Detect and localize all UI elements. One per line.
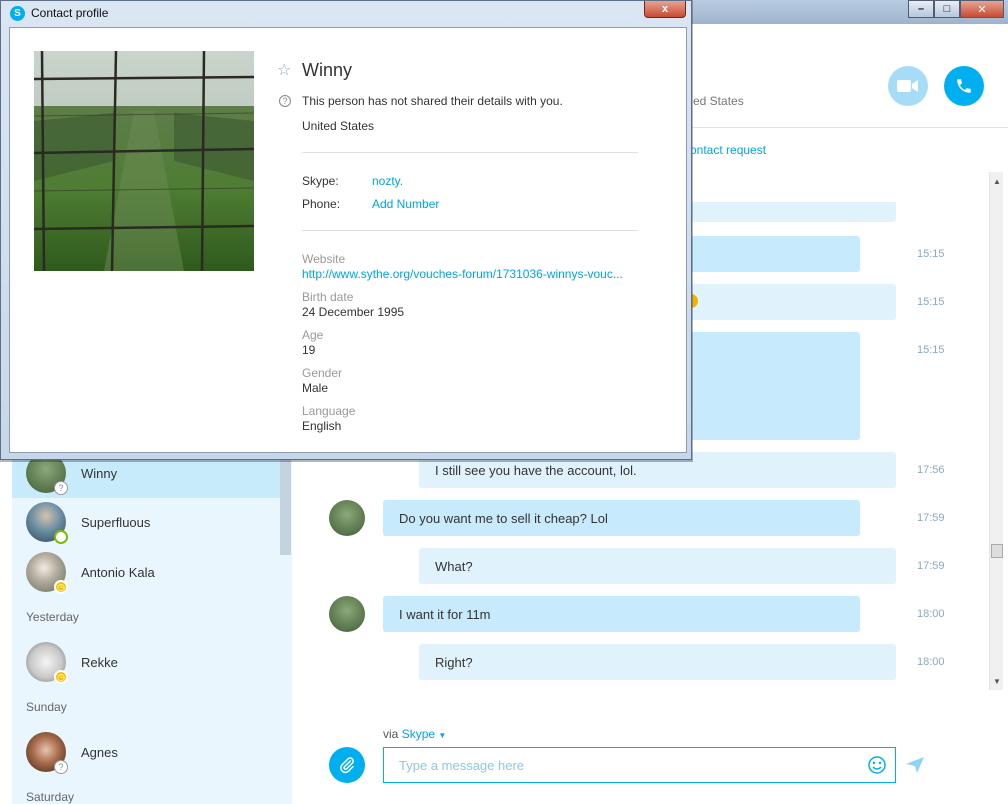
avatar: ◷ [26, 552, 68, 594]
message-bubble: Do you want me to sell it cheap? Lol [383, 500, 860, 536]
status-unknown-icon: ? [54, 760, 68, 774]
avatar: ? [26, 732, 68, 774]
status-unknown-icon: ? [54, 481, 68, 495]
via-label: via [383, 727, 399, 741]
profile-photo-image [34, 51, 254, 271]
contact-name: Antonio Kala [81, 564, 155, 580]
message-time: 15:15 [917, 296, 945, 308]
gender-label: Gender [302, 366, 343, 380]
message-time: 15:15 [917, 344, 945, 356]
profile-panel: ☆ Winny ? This person has not shared the… [9, 27, 687, 453]
status-away-icon: ◷ [54, 670, 68, 684]
audio-call-button[interactable] [944, 66, 984, 106]
emoticon-icon[interactable] [867, 755, 887, 775]
contact-item-superfluous[interactable]: Superfluous [12, 497, 280, 547]
sidebar-scrollbar[interactable] [280, 455, 291, 555]
message-bubble [690, 202, 896, 222]
send-icon[interactable] [905, 756, 925, 774]
contact-name: Rekke [81, 654, 118, 670]
video-call-button[interactable] [888, 66, 928, 106]
sender-avatar [329, 596, 365, 632]
window-controls: – □ ✕ [908, 0, 1004, 18]
skype-label: Skype: [302, 174, 339, 188]
message-bubble: Right? [419, 644, 896, 680]
skype-name-link[interactable]: nozty. [372, 174, 403, 188]
phone-label: Phone: [302, 197, 341, 211]
contact-name: Agnes [81, 744, 118, 760]
close-dialog-button[interactable]: x [644, 1, 686, 18]
avatar [26, 502, 68, 544]
age-value: 19 [302, 343, 316, 357]
divider [302, 230, 638, 231]
profile-country: United States [302, 119, 375, 133]
favorite-star-icon[interactable]: ☆ [277, 60, 291, 80]
divider [302, 152, 638, 153]
message-time: 17:59 [917, 512, 945, 524]
compose-via: via Skype ▼ [383, 727, 446, 741]
status-away-icon: ◷ [54, 580, 68, 594]
message-time: 18:00 [917, 608, 945, 620]
gender-value: Male [302, 381, 329, 395]
message-bubble: What? [419, 548, 896, 584]
contact-profile-dialog: S Contact profile x ☆ Winny ? This perso… [0, 0, 692, 460]
dialog-title: Contact profile [31, 6, 109, 20]
message-time: 15:15 [917, 248, 945, 260]
status-online-icon [54, 530, 68, 544]
section-label-saturday: Saturday [26, 790, 75, 804]
language-label: Language [302, 404, 356, 418]
close-window-button[interactable]: ✕ [960, 0, 1004, 18]
skype-logo-icon: S [10, 6, 25, 21]
contact-item-agnes[interactable]: ? Agnes [12, 727, 280, 777]
attach-button[interactable] [329, 747, 365, 783]
help-icon: ? [279, 95, 291, 107]
contact-request-link[interactable]: ontact request [690, 143, 766, 157]
website-label: Website [302, 252, 346, 266]
via-service-dropdown[interactable]: Skype ▼ [402, 727, 447, 741]
conversation-scrollbar[interactable]: ▲ ▼ [989, 172, 1003, 690]
message-input[interactable] [383, 747, 896, 783]
maximize-button[interactable]: □ [934, 0, 960, 18]
scroll-down-icon[interactable]: ▼ [990, 674, 1004, 688]
chevron-down-icon: ▼ [438, 731, 447, 740]
birth-date-label: Birth date [302, 290, 354, 304]
language-value: English [302, 419, 342, 433]
message-time: 17:56 [917, 464, 945, 476]
header-location: ed States [693, 94, 744, 108]
contact-item-rekke[interactable]: ◷ Rekke [12, 637, 280, 687]
section-label-yesterday: Yesterday [26, 610, 79, 624]
birth-date-value: 24 December 1995 [302, 305, 405, 319]
minimize-button[interactable]: – [908, 0, 934, 18]
paperclip-icon [340, 757, 354, 774]
scroll-up-icon[interactable]: ▲ [990, 174, 1004, 188]
contact-name: Superfluous [81, 514, 151, 530]
scroll-thumb[interactable] [991, 544, 1003, 558]
section-label-sunday: Sunday [26, 700, 67, 714]
message-bubble [690, 332, 860, 440]
privacy-note: This person has not shared their details… [302, 94, 563, 108]
via-service-label: Skype [401, 727, 436, 741]
message-bubble [690, 236, 860, 272]
message-time: 18:00 [917, 656, 945, 668]
message-bubble [690, 284, 896, 320]
profile-photo [34, 51, 254, 271]
phone-icon [957, 79, 971, 93]
contact-item-antonio-kala[interactable]: ◷ Antonio Kala [12, 547, 280, 597]
video-camera-icon [897, 80, 918, 92]
website-link[interactable]: http://www.sythe.org/vouches-forum/17310… [302, 267, 623, 281]
contact-name: Winny [81, 465, 118, 481]
message-time: 17:59 [917, 560, 945, 572]
profile-name: Winny [302, 60, 353, 80]
age-label: Age [302, 328, 324, 342]
message-bubble: I want it for 11m [383, 596, 860, 632]
avatar: ◷ [26, 642, 68, 684]
add-number-link[interactable]: Add Number [372, 197, 439, 211]
sender-avatar [329, 500, 365, 536]
